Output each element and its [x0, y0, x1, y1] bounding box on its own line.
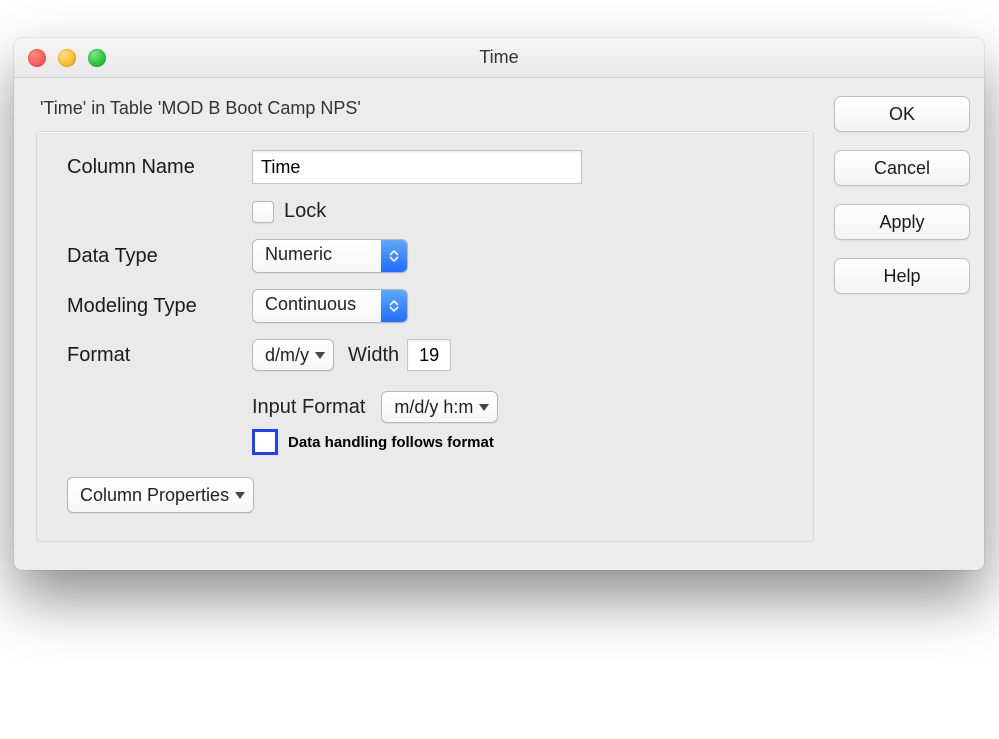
apply-button[interactable]: Apply [834, 204, 970, 240]
zoom-icon[interactable] [88, 49, 106, 67]
help-button[interactable]: Help [834, 258, 970, 294]
chevron-down-icon [235, 492, 245, 499]
lock-checkbox[interactable] [252, 201, 274, 223]
column-properties-popup[interactable]: Column Properties [67, 477, 254, 513]
row-data-type: Data Type Numeric [67, 239, 795, 273]
settings-panel: Column Name Lock Data Type Numeric [36, 131, 814, 542]
row-input-format: Input Format m/d/y h:m [252, 391, 795, 423]
chevron-down-icon [315, 352, 325, 359]
column-properties-label: Column Properties [80, 485, 229, 506]
data-type-label: Data Type [67, 245, 252, 268]
traffic-lights [14, 49, 106, 67]
chevron-updown-icon [381, 290, 407, 322]
format-label: Format [67, 344, 252, 367]
right-column: OK Cancel Apply Help [834, 92, 970, 294]
close-icon[interactable] [28, 49, 46, 67]
column-name-input[interactable] [252, 150, 582, 184]
chevron-down-icon [479, 404, 489, 411]
row-lock: Lock [252, 200, 795, 223]
input-format-value: m/d/y h:m [394, 397, 473, 418]
titlebar: Time [14, 38, 984, 78]
dialog-window: Time 'Time' in Table 'MOD B Boot Camp NP… [14, 38, 984, 570]
format-popup[interactable]: d/m/y [252, 339, 334, 371]
data-handling-label: Data handling follows format [288, 434, 494, 451]
chevron-updown-icon [381, 240, 407, 272]
row-format: Format d/m/y Width [67, 339, 795, 371]
lock-label: Lock [284, 200, 326, 223]
ok-button[interactable]: OK [834, 96, 970, 132]
input-format-popup[interactable]: m/d/y h:m [381, 391, 498, 423]
cancel-button[interactable]: Cancel [834, 150, 970, 186]
input-format-label: Input Format [252, 396, 365, 419]
modeling-type-value: Continuous [253, 290, 381, 322]
format-value: d/m/y [265, 345, 309, 366]
width-label: Width [348, 344, 399, 367]
column-name-label: Column Name [67, 156, 252, 179]
row-column-name: Column Name [67, 150, 795, 184]
minimize-icon[interactable] [58, 49, 76, 67]
data-type-select[interactable]: Numeric [252, 239, 408, 273]
data-handling-checkbox[interactable] [252, 429, 278, 455]
row-modeling-type: Modeling Type Continuous [67, 289, 795, 323]
modeling-type-select[interactable]: Continuous [252, 289, 408, 323]
width-input[interactable] [407, 339, 451, 371]
data-type-value: Numeric [253, 240, 381, 272]
row-data-handling: Data handling follows format [252, 429, 795, 455]
modeling-type-label: Modeling Type [67, 295, 252, 318]
left-column: 'Time' in Table 'MOD B Boot Camp NPS' Co… [36, 92, 814, 542]
window-title: Time [14, 47, 984, 68]
dialog-body: 'Time' in Table 'MOD B Boot Camp NPS' Co… [14, 78, 984, 570]
context-line: 'Time' in Table 'MOD B Boot Camp NPS' [40, 98, 810, 119]
